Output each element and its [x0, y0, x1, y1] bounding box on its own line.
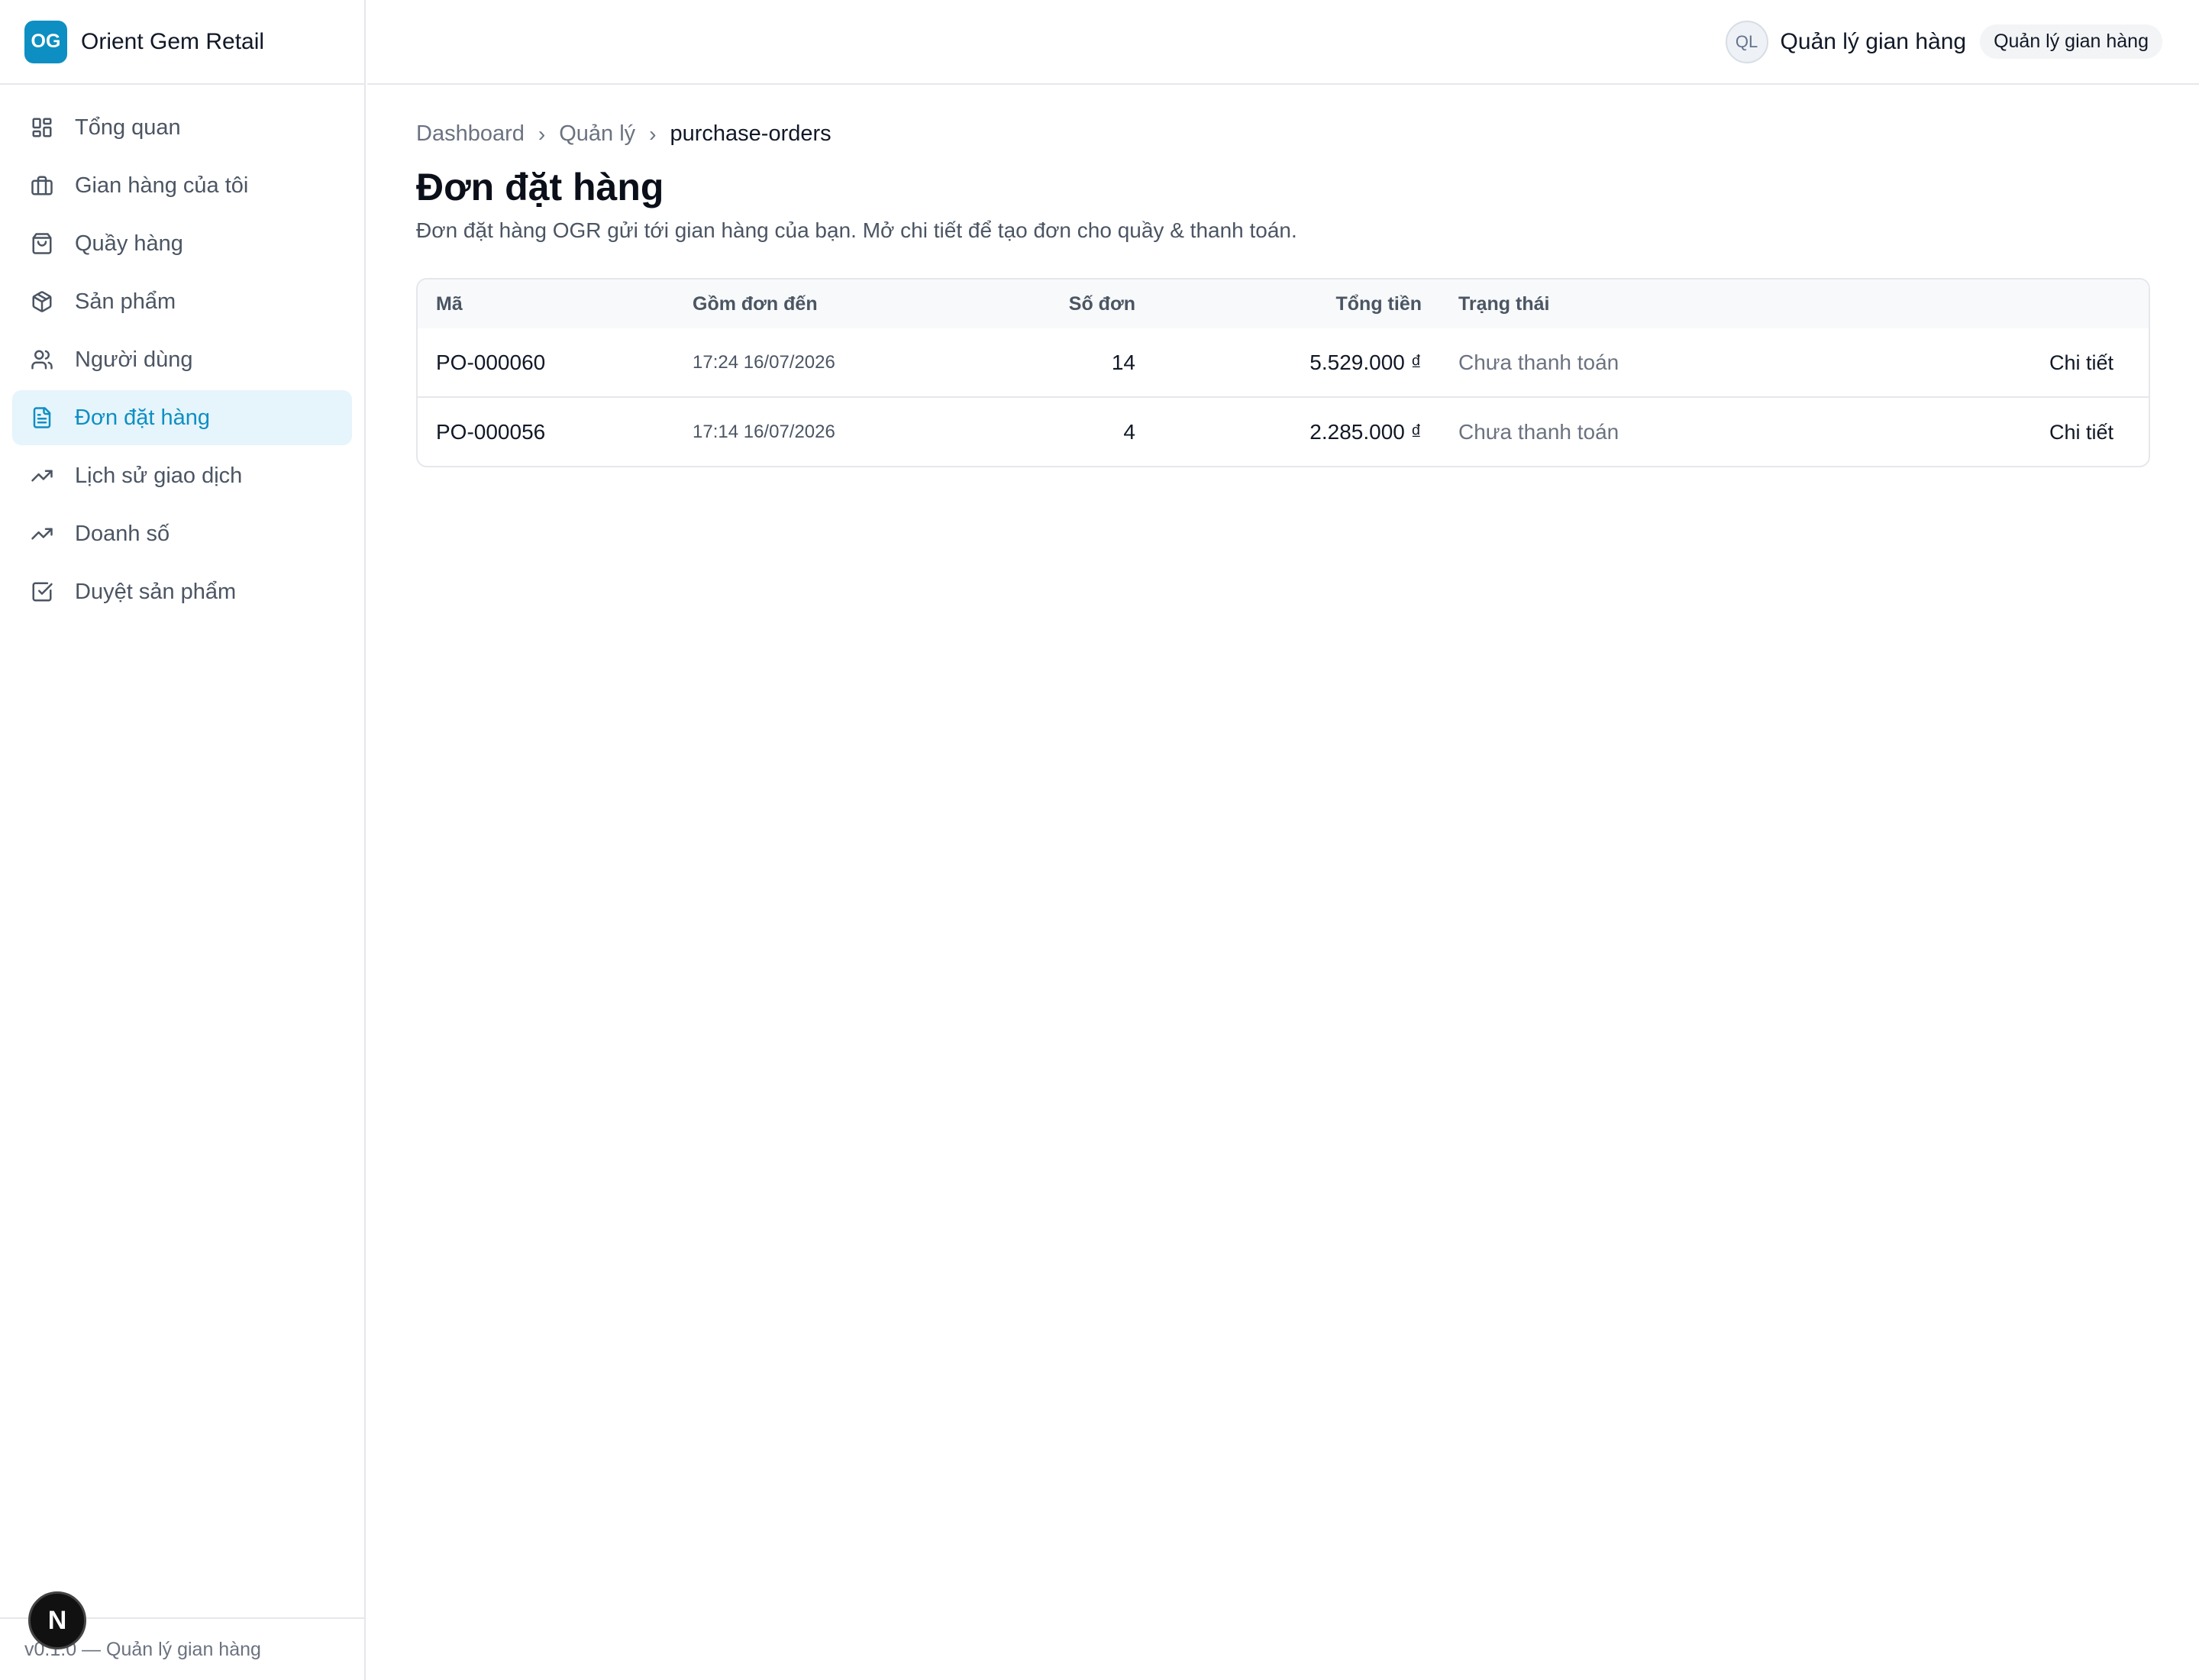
detail-cell: Chi tiết	[1905, 396, 2149, 466]
sidebar-item-counters[interactable]: Quầy hàng	[12, 216, 352, 271]
trending-up-icon	[29, 521, 55, 547]
table-row: PO-000060 17:24 16/07/2026 14 5.529.000 …	[418, 328, 2149, 397]
chevron-right-icon: ›	[649, 121, 657, 146]
sidebar-item-overview[interactable]: Tổng quan	[12, 100, 352, 155]
chevron-right-icon: ›	[538, 121, 546, 146]
package-icon	[29, 289, 55, 315]
sidebar-item-label: Quầy hàng	[75, 231, 183, 256]
column-header-code: Mã	[436, 292, 463, 315]
order-count: 14	[1111, 350, 1135, 374]
user-name[interactable]: Quản lý gian hàng	[1781, 29, 1967, 55]
avatar[interactable]: QL	[1725, 20, 1768, 63]
sidebar-item-my-store[interactable]: Gian hàng của tôi	[12, 158, 352, 213]
sidebar-item-label: Lịch sử giao dịch	[75, 463, 243, 488]
dev-tools-badge[interactable]: N	[28, 1591, 86, 1649]
sidebar-item-product-approval[interactable]: Duyệt sản phẩm	[12, 564, 352, 619]
sidebar-item-label: Gian hàng của tôi	[75, 173, 249, 198]
users-icon	[29, 347, 55, 373]
order-status: Chưa thanh toán	[1422, 396, 1906, 466]
breadcrumb-dashboard[interactable]: Dashboard	[416, 121, 525, 147]
column-header-action	[1905, 279, 2149, 328]
brand-name: Orient Gem Retail	[81, 28, 265, 54]
breadcrumb-management[interactable]: Quản lý	[559, 121, 635, 147]
sidebar-item-label: Doanh số	[75, 521, 170, 546]
order-status: Chưa thanh toán	[1458, 350, 1619, 374]
purchase-orders-table: Mã Gồm đơn đến Số đơn Tổng tiền Trạng th…	[416, 278, 2150, 467]
order-date: 17:24 16/07/2026	[693, 351, 835, 373]
trending-up-icon	[29, 463, 55, 489]
order-code: PO-000060	[436, 350, 546, 374]
breadcrumb-current: purchase-orders	[670, 121, 831, 146]
order-count: 4	[1013, 396, 1135, 466]
sidebar-item-sales[interactable]: Doanh số	[12, 506, 352, 561]
table-header-row: Mã Gồm đơn đến Số đơn Tổng tiền Trạng th…	[418, 279, 2149, 328]
page-title: Đơn đặt hàng	[416, 166, 664, 208]
detail-cell: Chi tiết	[1905, 328, 2149, 397]
column-header-total: Tổng tiền	[1335, 292, 1422, 315]
role-badge: Quản lý gian hàng	[1980, 24, 2162, 59]
sidebar-item-label: Duyệt sản phẩm	[75, 579, 237, 604]
sidebar-item-label: Đơn đặt hàng	[75, 405, 211, 430]
order-code: PO-000056	[418, 396, 693, 466]
main-content: Dashboard › Quản lý › purchase-orders Đơ…	[416, 85, 2150, 467]
column-header-count: Số đơn	[1068, 292, 1135, 315]
dashboard-grid-icon	[29, 115, 55, 141]
brand[interactable]: OG Orient Gem Retail	[0, 0, 364, 85]
sidebar-item-label: Sản phẩm	[75, 289, 176, 314]
sidebar-item-label: Người dùng	[75, 347, 193, 372]
detail-button[interactable]: Chi tiết	[2049, 421, 2113, 444]
brand-logo: OG	[24, 20, 67, 63]
check-square-icon	[29, 579, 55, 605]
sidebar-item-label: Tổng quan	[75, 115, 181, 140]
order-total: 5.529.000 ₫	[1309, 350, 1422, 374]
shopping-bag-icon	[29, 231, 55, 257]
order-total: 2.285.000 ₫	[1135, 396, 1422, 466]
sidebar-item-transaction-history[interactable]: Lịch sử giao dịch	[12, 448, 352, 503]
column-header-status: Trạng thái	[1458, 292, 1550, 315]
table-row: PO-000056 17:14 16/07/2026 4 2.285.000 ₫…	[418, 396, 2149, 466]
page-description: Đơn đặt hàng OGR gửi tới gian hàng của b…	[416, 218, 1297, 242]
sidebar-item-purchase-orders[interactable]: Đơn đặt hàng	[12, 390, 352, 445]
column-header-date: Gồm đơn đến	[693, 292, 818, 315]
sidebar-nav: Tổng quan Gian hàng của tôi Quầy hàng Sả…	[0, 85, 364, 619]
sidebar: OG Orient Gem Retail Tổng quan Gian hàng…	[0, 0, 366, 1680]
breadcrumb: Dashboard › Quản lý › purchase-orders	[416, 121, 2150, 147]
detail-button[interactable]: Chi tiết	[2049, 351, 2113, 374]
file-text-icon	[29, 405, 55, 431]
sidebar-item-products[interactable]: Sản phẩm	[12, 274, 352, 329]
sidebar-item-users[interactable]: Người dùng	[12, 332, 352, 387]
order-date: 17:14 16/07/2026	[693, 396, 1013, 466]
briefcase-icon	[29, 173, 55, 199]
topbar: QL Quản lý gian hàng Quản lý gian hàng	[367, 0, 2199, 85]
